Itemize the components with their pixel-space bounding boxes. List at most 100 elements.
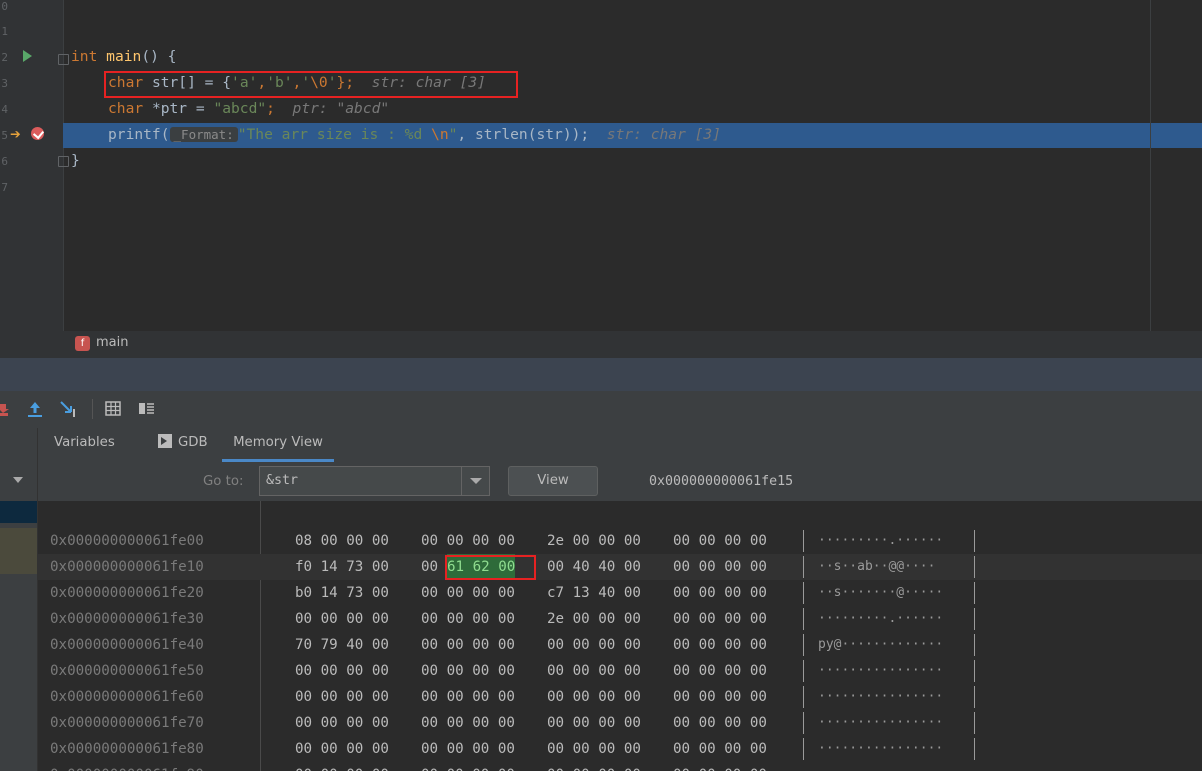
memory-row[interactable]: 0x000000000061fe80 00 00 00 00 00 00 00 … xyxy=(38,736,1202,762)
current-address: 0x000000000061fe15 xyxy=(649,474,794,489)
memory-row[interactable]: 0x000000000061fe90 00 00 00 00 00 00 00 … xyxy=(38,762,1202,771)
code-line-printf[interactable]: printf(_Format: "The arr size is : %d \n"… xyxy=(108,122,721,148)
memory-row[interactable]: 0x000000000061fe60 00 00 00 00 00 00 00 … xyxy=(38,684,1202,710)
memory-address: 0x000000000061fe80 xyxy=(50,741,204,757)
function-name: main xyxy=(106,48,142,65)
line-number: 2 xyxy=(1,51,8,64)
code-line-ptr-decl[interactable]: char *ptr = "abcd"; ptr: "abcd" xyxy=(108,96,389,122)
byte-group: 00 00 00 00 xyxy=(421,715,515,731)
byte-group: 00 00 00 00 xyxy=(421,611,515,627)
tab-variables[interactable]: Variables xyxy=(54,428,134,462)
memory-row[interactable]: 0x000000000061fe20 b0 14 73 00 00 00 00 … xyxy=(38,580,1202,606)
ascii-border xyxy=(974,634,975,656)
memory-address: 0x000000000061fe70 xyxy=(50,715,204,731)
goto-label: Go to: xyxy=(203,474,244,489)
memory-address: 0x000000000061fe00 xyxy=(50,533,204,549)
ascii-column: ··s··ab··@@···· xyxy=(818,559,936,574)
debug-toolbar xyxy=(0,391,1202,429)
code-editor[interactable]: 0 1 2 3 4 5 6 7 ➔ int main() { char str[… xyxy=(0,0,1202,331)
frame-item[interactable] xyxy=(0,528,37,574)
breadcrumb xyxy=(0,331,1202,358)
escape-seq: \n xyxy=(431,126,449,143)
selected-frame[interactable] xyxy=(0,501,37,523)
run-to-cursor-icon[interactable] xyxy=(59,399,81,419)
memory-row[interactable]: 0x000000000061fe40 70 79 40 00 00 00 00 … xyxy=(38,632,1202,658)
ascii-border xyxy=(803,634,804,656)
string-literal: "The arr size is : %d xyxy=(237,126,432,143)
byte-group: 00 00 00 00 xyxy=(673,559,767,575)
byte-group: 00 00 00 00 xyxy=(673,533,767,549)
byte-group: 00 00 00 00 xyxy=(547,762,641,771)
parameter-hint: _Format: xyxy=(169,127,238,142)
fold-icon[interactable] xyxy=(58,54,69,65)
breadcrumb-function[interactable]: main xyxy=(96,335,128,350)
byte-group: 00 00 00 00 xyxy=(673,715,767,731)
view-button[interactable]: View xyxy=(508,466,598,496)
step-out-icon[interactable] xyxy=(25,399,45,419)
layout-icon[interactable] xyxy=(138,399,156,419)
byte-group: 00 00 00 00 xyxy=(295,715,389,731)
ascii-border xyxy=(803,686,804,708)
inline-value-hint: str: char [3] xyxy=(606,126,722,143)
memory-row[interactable]: 0x000000000061fe10 f0 14 73 00 00 61 62 … xyxy=(38,554,1202,580)
memory-row[interactable]: 0x000000000061fe70 00 00 00 00 00 00 00 … xyxy=(38,710,1202,736)
memory-row[interactable]: 0x000000000061fe00 08 00 00 00 00 00 00 … xyxy=(38,528,1202,554)
ascii-column: ·········.······ xyxy=(818,611,944,626)
goto-address-input[interactable]: &str xyxy=(259,466,462,496)
editor-gutter[interactable]: 0 1 2 3 4 5 6 7 ➔ xyxy=(0,0,69,331)
table-icon[interactable] xyxy=(104,399,122,419)
ascii-border xyxy=(974,712,975,734)
ascii-column: py@············· xyxy=(818,637,944,652)
run-gutter-icon[interactable] xyxy=(23,50,32,62)
byte-group: 00 00 00 00 xyxy=(547,637,641,653)
code-text: () { xyxy=(141,48,177,65)
memory-address: 0x000000000061fe40 xyxy=(50,637,204,653)
tab-gdb-label: GDB xyxy=(178,435,208,450)
ascii-border xyxy=(974,738,975,760)
byte-group: 2e 00 00 00 xyxy=(547,533,641,549)
chevron-down-icon[interactable] xyxy=(13,477,23,483)
memory-address: 0x000000000061fe20 xyxy=(50,585,204,601)
byte-group: 00 00 00 00 xyxy=(673,762,767,771)
memory-address: 0x000000000061fe50 xyxy=(50,663,204,679)
goto-dropdown-button[interactable] xyxy=(461,466,490,496)
ascii-border xyxy=(974,530,975,552)
keyword: char xyxy=(108,100,144,117)
annotation-box xyxy=(445,555,536,580)
byte-group: 00 00 00 00 xyxy=(673,585,767,601)
string-literal: "abcd" xyxy=(213,100,267,117)
code-text: *ptr = xyxy=(143,100,214,117)
byte-group: 00 00 00 00 xyxy=(295,611,389,627)
memory-row[interactable]: 0x000000000061fe50 00 00 00 00 00 00 00 … xyxy=(38,658,1202,684)
byte-group: 00 00 00 00 xyxy=(673,611,767,627)
fold-icon[interactable] xyxy=(58,156,69,167)
byte-group: 00 00 00 00 xyxy=(421,533,515,549)
ascii-column: ················ xyxy=(818,715,944,730)
memory-address: 0x000000000061fe10 xyxy=(50,559,204,575)
byte-group: 00 00 00 00 xyxy=(295,762,389,771)
byte-group: 00 00 00 00 xyxy=(547,663,641,679)
line-number: 0 xyxy=(1,0,8,13)
byte-group: 00 00 00 00 xyxy=(421,689,515,705)
code-line-close[interactable]: } xyxy=(71,148,80,174)
byte-group: b0 14 73 00 xyxy=(295,585,389,601)
memory-row[interactable]: 0x000000000061fe30 00 00 00 00 00 00 00 … xyxy=(38,606,1202,632)
byte-group: 00 00 00 00 xyxy=(547,715,641,731)
execution-point-arrow-icon: ➔ xyxy=(10,124,21,145)
byte-group: 00 00 00 00 xyxy=(295,663,389,679)
byte-group: 00 00 00 00 xyxy=(421,762,515,771)
line-number: 5 xyxy=(1,129,8,142)
ascii-border xyxy=(803,556,804,578)
byte-group: 00 00 00 00 xyxy=(673,663,767,679)
ascii-border xyxy=(803,712,804,734)
toolbar-separator xyxy=(92,399,93,419)
tab-memory-view[interactable]: Memory View xyxy=(222,428,334,462)
code-line-main[interactable]: int main() { xyxy=(71,44,176,70)
ascii-border xyxy=(803,530,804,552)
code-text: , strlen(str)); xyxy=(457,126,590,143)
byte-group: 00 00 00 00 xyxy=(421,663,515,679)
code-text: } xyxy=(71,152,80,169)
stop-icon[interactable] xyxy=(0,399,10,419)
breakpoint-icon[interactable] xyxy=(31,127,44,140)
line-number: 4 xyxy=(1,103,8,116)
